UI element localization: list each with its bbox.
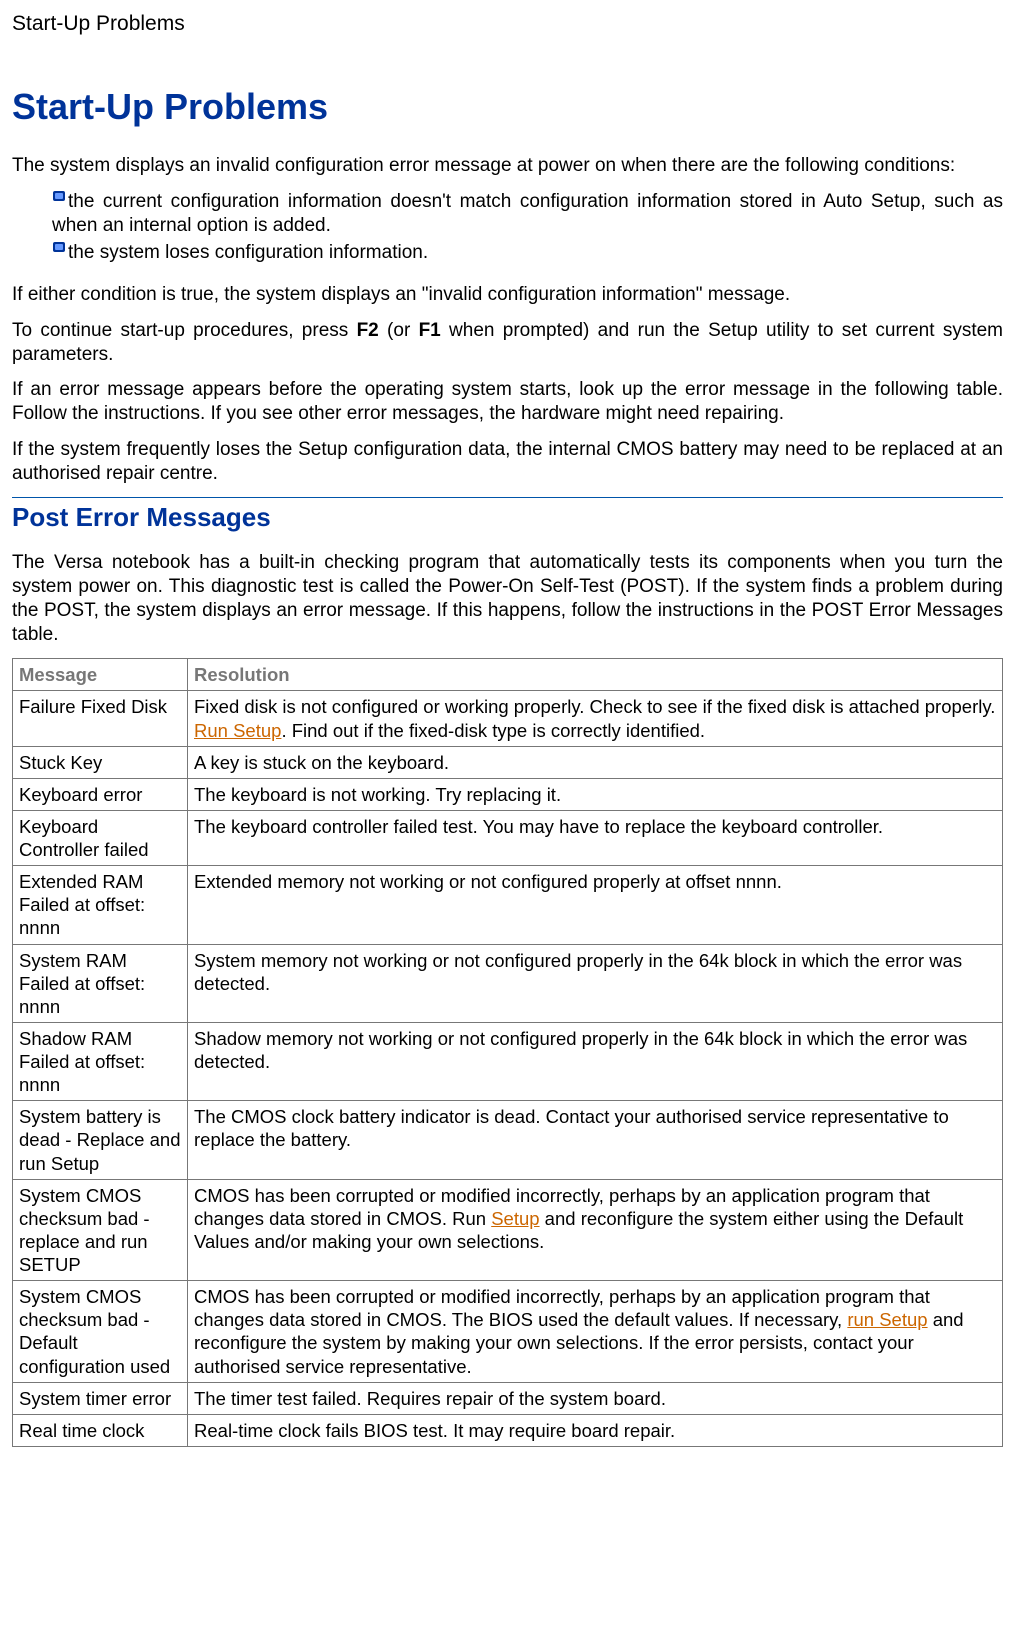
table-row: System CMOS checksum bad - Default confi…	[13, 1281, 1003, 1383]
bullet-icon	[52, 241, 68, 255]
section-heading-post-error-messages: Post Error Messages	[12, 497, 1003, 533]
table-cell-message: Extended RAM Failed at offset: nnnn	[13, 866, 188, 944]
main-title: Start-Up Problems	[12, 86, 1003, 128]
table-header-resolution: Resolution	[188, 659, 1003, 691]
table-cell-resolution: Shadow memory not working or not configu…	[188, 1022, 1003, 1100]
bullet-icon	[52, 190, 68, 204]
text-fragment: To continue start-up procedures, press	[12, 320, 357, 341]
text-fragment: Fixed disk is not configured or working …	[194, 696, 995, 717]
table-cell-message: System CMOS checksum bad - replace and r…	[13, 1179, 188, 1281]
table-cell-message: System timer error	[13, 1382, 188, 1414]
table-cell-message: Keyboard error	[13, 778, 188, 810]
key-label-f2: F2	[357, 320, 379, 341]
table-cell-resolution: The keyboard is not working. Try replaci…	[188, 778, 1003, 810]
table-row: Keyboard error The keyboard is not worki…	[13, 778, 1003, 810]
table-row: System CMOS checksum bad - replace and r…	[13, 1179, 1003, 1281]
list-item-text: the system loses configuration informati…	[68, 242, 428, 263]
table-cell-resolution: The CMOS clock battery indicator is dead…	[188, 1101, 1003, 1179]
table-cell-resolution: A key is stuck on the keyboard.	[188, 746, 1003, 778]
table-row: System timer error The timer test failed…	[13, 1382, 1003, 1414]
bullet-list: the current configuration information do…	[12, 190, 1003, 265]
text-fragment: CMOS has been corrupted or modified inco…	[194, 1286, 930, 1330]
table-row: System battery is dead - Replace and run…	[13, 1101, 1003, 1179]
table-header-message: Message	[13, 659, 188, 691]
table-cell-message: System RAM Failed at offset: nnnn	[13, 944, 188, 1022]
list-item: the current configuration information do…	[52, 190, 1003, 238]
list-item-text: the current configuration information do…	[52, 191, 1003, 236]
list-item: the system loses configuration informati…	[52, 241, 1003, 265]
table-cell-resolution: The timer test failed. Requires repair o…	[188, 1382, 1003, 1414]
table-cell-message: Shadow RAM Failed at offset: nnnn	[13, 1022, 188, 1100]
table-cell-message: System battery is dead - Replace and run…	[13, 1101, 188, 1179]
table-row: Failure Fixed Disk Fixed disk is not con…	[13, 691, 1003, 746]
table-cell-resolution: CMOS has been corrupted or modified inco…	[188, 1281, 1003, 1383]
body-paragraph: If an error message appears before the o…	[12, 378, 1003, 426]
text-fragment: . Find out if the fixed-disk type is cor…	[281, 720, 705, 741]
table-cell-resolution: Real-time clock fails BIOS test. It may …	[188, 1414, 1003, 1446]
intro-paragraph: The system displays an invalid configura…	[12, 154, 1003, 178]
setup-link[interactable]: Setup	[491, 1208, 539, 1229]
body-paragraph: The Versa notebook has a built-in checki…	[12, 551, 1003, 646]
table-cell-message: Stuck Key	[13, 746, 188, 778]
text-fragment: (or	[379, 320, 419, 341]
body-paragraph: To continue start-up procedures, press F…	[12, 319, 1003, 367]
body-paragraph: If either condition is true, the system …	[12, 283, 1003, 307]
table-row: Real time clock Real-time clock fails BI…	[13, 1414, 1003, 1446]
table-cell-resolution: System memory not working or not configu…	[188, 944, 1003, 1022]
run-setup-link[interactable]: run Setup	[847, 1309, 927, 1330]
table-row: System RAM Failed at offset: nnnn System…	[13, 944, 1003, 1022]
body-paragraph: If the system frequently loses the Setup…	[12, 438, 1003, 486]
table-cell-resolution: Fixed disk is not configured or working …	[188, 691, 1003, 746]
table-row: Stuck Key A key is stuck on the keyboard…	[13, 746, 1003, 778]
key-label-f1: F1	[419, 320, 441, 341]
table-cell-message: Failure Fixed Disk	[13, 691, 188, 746]
document-header: Start-Up Problems	[12, 12, 1003, 36]
table-cell-message: System CMOS checksum bad - Default confi…	[13, 1281, 188, 1383]
table-cell-resolution: The keyboard controller failed test. You…	[188, 810, 1003, 865]
table-cell-resolution: CMOS has been corrupted or modified inco…	[188, 1179, 1003, 1281]
table-cell-resolution: Extended memory not working or not confi…	[188, 866, 1003, 944]
table-row: Keyboard Controller failed The keyboard …	[13, 810, 1003, 865]
table-header-row: Message Resolution	[13, 659, 1003, 691]
table-row: Shadow RAM Failed at offset: nnnn Shadow…	[13, 1022, 1003, 1100]
table-cell-message: Real time clock	[13, 1414, 188, 1446]
table-row: Extended RAM Failed at offset: nnnn Exte…	[13, 866, 1003, 944]
post-error-messages-table: Message Resolution Failure Fixed Disk Fi…	[12, 658, 1003, 1447]
run-setup-link[interactable]: Run Setup	[194, 720, 281, 741]
table-cell-message: Keyboard Controller failed	[13, 810, 188, 865]
